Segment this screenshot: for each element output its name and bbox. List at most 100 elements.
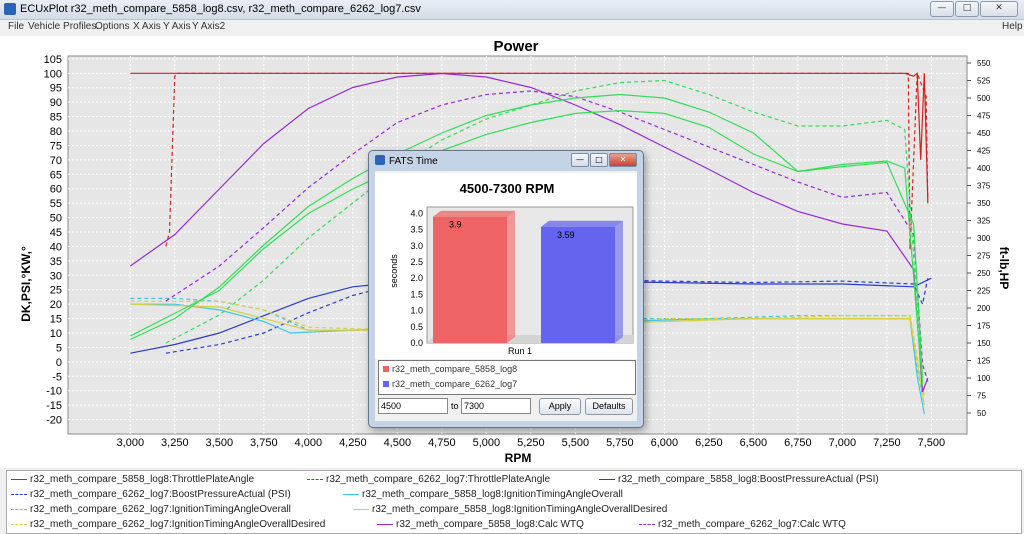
fats-controls: to Apply Defaults bbox=[375, 396, 637, 418]
y-tick-label: 35 bbox=[50, 256, 62, 268]
bar-y-tick: 2.0 bbox=[410, 273, 423, 283]
x-axis-ticks: 3,000 3,250 3,500 3,750 4,000 4,250 4,500 4,750… bbox=[117, 437, 946, 449]
y-tick-label: -5 bbox=[52, 371, 62, 383]
y2-tick-label: 275 bbox=[977, 252, 991, 261]
y2-tick-label: 50 bbox=[977, 409, 986, 418]
y2-tick-label: 200 bbox=[977, 304, 991, 313]
legend-item: r32_meth_compare_5858_log8:ThrottlePlate… bbox=[11, 472, 254, 487]
x-tick-label: 3,000 bbox=[117, 437, 145, 449]
x-tick-label: 3,250 bbox=[161, 437, 189, 449]
y-tick-label: 55 bbox=[50, 198, 62, 210]
app-icon bbox=[375, 155, 385, 165]
fats-legend-item: r32_meth_compare_5858_log8 bbox=[383, 364, 517, 374]
legend-item: r32_meth_compare_5858_log8:IgnitionTimin… bbox=[353, 502, 667, 517]
bar-top bbox=[433, 210, 515, 217]
legend-item: r32_meth_compare_5858_log8:IgnitionTimin… bbox=[343, 487, 623, 502]
x-tick-label: 5,500 bbox=[562, 437, 590, 449]
y-axis-label: DK,PSI,°KW,° bbox=[19, 246, 33, 322]
x-tick-label: 4,750 bbox=[428, 437, 456, 449]
minimize-icon[interactable]: — bbox=[571, 153, 589, 167]
menu-file[interactable]: File bbox=[8, 21, 24, 32]
x-axis-label: RPM bbox=[505, 451, 532, 465]
bar-y-tick: 1.5 bbox=[410, 289, 423, 299]
bar-y-tick: 0.0 bbox=[410, 338, 423, 348]
y2-tick-label: 150 bbox=[977, 339, 991, 348]
y-tick-label: 90 bbox=[50, 97, 62, 109]
fats-heading: 4500-7300 RPM bbox=[460, 181, 555, 196]
x-tick-label: 3,500 bbox=[206, 437, 234, 449]
bar bbox=[433, 216, 507, 343]
y-tick-label: 0 bbox=[56, 357, 62, 369]
y2-tick-label: 350 bbox=[977, 199, 991, 208]
legend-item: r32_meth_compare_5858_log8:Calc WTQ bbox=[377, 517, 584, 532]
y2-tick-label: 375 bbox=[977, 182, 991, 191]
menu-vehicle-profiles[interactable]: Vehicle Profiles bbox=[28, 21, 96, 32]
y-tick-label: 15 bbox=[50, 314, 62, 326]
bar-y-tick: 2.5 bbox=[410, 257, 423, 267]
y2-tick-label: 100 bbox=[977, 374, 991, 383]
x-tick-label: 4,000 bbox=[295, 437, 323, 449]
legend-item: r32_meth_compare_6262_log7:ThrottlePlate… bbox=[307, 472, 550, 487]
y-tick-label: 65 bbox=[50, 169, 62, 181]
fats-time-dialog: FATS Time — □ ✕ 4500-7300 RPM 4.0 3.5 3.0 2… bbox=[368, 150, 644, 428]
y-tick-label: -20 bbox=[46, 415, 62, 427]
apply-button[interactable]: Apply bbox=[539, 398, 581, 415]
menu-x-axis[interactable]: X Axis bbox=[133, 21, 161, 32]
y2-tick-label: 75 bbox=[977, 392, 986, 401]
x-tick-label: 6,250 bbox=[695, 437, 723, 449]
bar-category: Run 1 bbox=[508, 346, 532, 356]
y-tick-label: 100 bbox=[44, 68, 62, 80]
bar-value-label: 3.59 bbox=[557, 230, 575, 240]
dialog-body: 4500-7300 RPM 4.0 3.5 3.0 2.5 2.0 1.5 1.0 0.5 0.… bbox=[375, 171, 637, 421]
x-tick-label: 4,500 bbox=[384, 437, 412, 449]
y2-axis-ticks: 550 525 500 475 450 425 400 375 350 325 300 275 250 2… bbox=[967, 59, 991, 418]
rpm-to-input[interactable] bbox=[461, 398, 531, 414]
x-tick-label: 5,000 bbox=[473, 437, 501, 449]
maximize-icon[interactable]: □ bbox=[590, 153, 608, 167]
y-tick-label: 50 bbox=[50, 213, 62, 225]
y-tick-label: -10 bbox=[46, 386, 62, 398]
menu-options[interactable]: Options bbox=[95, 21, 129, 32]
x-tick-label: 7,000 bbox=[829, 437, 857, 449]
y2-tick-label: 175 bbox=[977, 322, 991, 331]
minimize-icon[interactable]: — bbox=[930, 1, 954, 17]
bar-value-label: 3.9 bbox=[449, 220, 462, 230]
y2-tick-label: 225 bbox=[977, 287, 991, 296]
menu-help[interactable]: Help bbox=[1002, 21, 1023, 32]
maximize-icon[interactable]: □ bbox=[955, 1, 979, 17]
bar-y-tick: 3.0 bbox=[410, 241, 423, 251]
y2-tick-label: 300 bbox=[977, 234, 991, 243]
y2-tick-label: 250 bbox=[977, 269, 991, 278]
bar bbox=[541, 226, 615, 343]
y-tick-label: 85 bbox=[50, 112, 62, 124]
close-icon[interactable]: ✕ bbox=[609, 153, 637, 167]
rpm-from-input[interactable] bbox=[378, 398, 448, 414]
y-tick-label: 60 bbox=[50, 184, 62, 196]
app-icon bbox=[4, 3, 16, 15]
defaults-button[interactable]: Defaults bbox=[585, 398, 633, 415]
y-tick-label: 45 bbox=[50, 227, 62, 239]
y-tick-label: 25 bbox=[50, 285, 62, 297]
menubar: File Vehicle Profiles Options X Axis Y A… bbox=[0, 20, 1024, 35]
to-label: to bbox=[451, 401, 459, 411]
x-tick-label: 4,250 bbox=[339, 437, 367, 449]
y-tick-label: 80 bbox=[50, 126, 62, 138]
fats-bar-chart: 4500-7300 RPM 4.0 3.5 3.0 2.5 2.0 1.5 1.0 0.5 0.… bbox=[375, 173, 637, 359]
bar-y-tick: 3.5 bbox=[410, 225, 423, 235]
y2-tick-label: 500 bbox=[977, 94, 991, 103]
legend-item: r32_meth_compare_6262_log7:Calc WTQ bbox=[639, 517, 846, 532]
bar-side bbox=[615, 220, 623, 343]
legend-item: r32_meth_compare_5858_log8:BoostPressure… bbox=[599, 472, 879, 487]
fats-bar-chart-svg: 4500-7300 RPM 4.0 3.5 3.0 2.5 2.0 1.5 1.0 0.5 0.… bbox=[389, 181, 634, 356]
window-titlebar: ECUxPlot r32_meth_compare_5858_log8.csv,… bbox=[0, 0, 1024, 20]
menu-y-axis[interactable]: Y Axis bbox=[163, 21, 191, 32]
y-tick-label: 30 bbox=[50, 270, 62, 282]
fats-legend-item: r32_meth_compare_6262_log7 bbox=[383, 379, 517, 389]
y2-tick-label: 125 bbox=[977, 357, 991, 366]
close-icon[interactable]: ✕ bbox=[980, 1, 1018, 17]
legend-item: r32_meth_compare_6262_log7:IgnitionTimin… bbox=[11, 517, 325, 532]
y-tick-label: 70 bbox=[50, 155, 62, 167]
legend: r32_meth_compare_5858_log8:ThrottlePlate… bbox=[6, 470, 1022, 534]
menu-y-axis2[interactable]: Y Axis2 bbox=[192, 21, 225, 32]
bar-y-tick: 4.0 bbox=[410, 208, 423, 218]
